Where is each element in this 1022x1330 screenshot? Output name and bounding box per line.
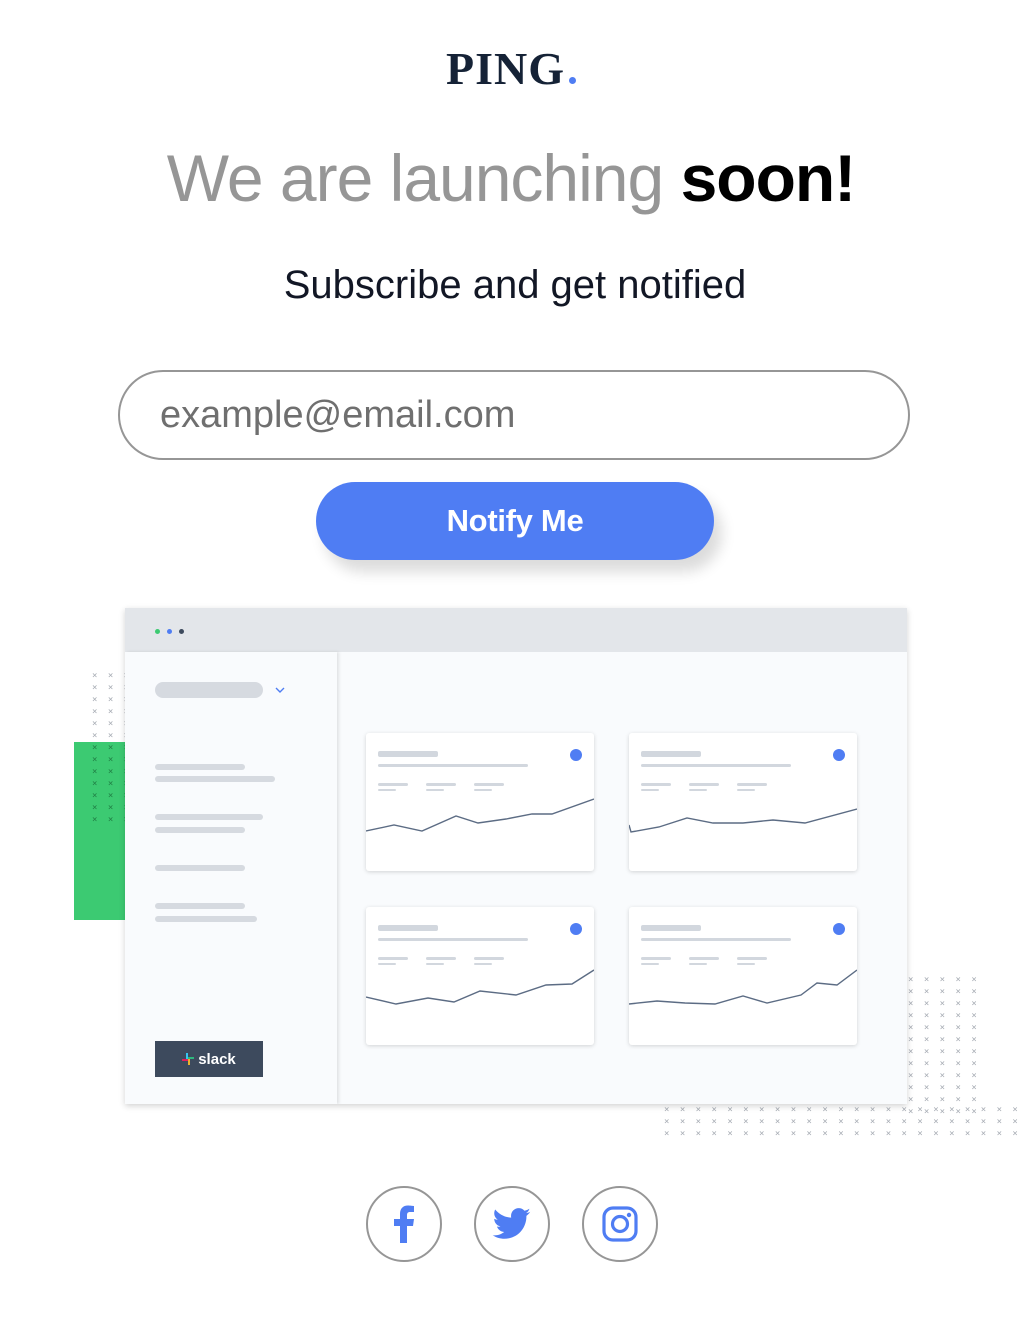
window-dot bbox=[179, 629, 184, 634]
window-dot bbox=[167, 629, 172, 634]
facebook-icon bbox=[394, 1205, 414, 1243]
sparkline bbox=[629, 969, 857, 1005]
sidebar-item bbox=[155, 814, 263, 820]
chart-card bbox=[629, 733, 857, 871]
sidebar-item bbox=[155, 776, 275, 782]
slack-icon bbox=[182, 1053, 195, 1065]
chevron-down-icon bbox=[275, 687, 285, 693]
sidebar-item bbox=[155, 903, 245, 909]
twitter-icon bbox=[492, 1208, 531, 1239]
brand-dot bbox=[569, 77, 576, 84]
sidebar-item bbox=[155, 764, 245, 770]
window-titlebar bbox=[125, 608, 907, 652]
mockup-sidebar: slack bbox=[125, 652, 337, 1104]
sidebar-item bbox=[155, 916, 257, 922]
brand-name: PING bbox=[446, 43, 565, 94]
instagram-link[interactable] bbox=[582, 1186, 658, 1262]
sidebar-dropdown bbox=[155, 682, 263, 698]
sparkline bbox=[366, 798, 594, 832]
cross-pattern: × × × × × × × × × × × × × × × × × × × × … bbox=[908, 975, 980, 1117]
subheadline: Subscribe and get notified bbox=[283, 263, 747, 307]
check-icon bbox=[833, 749, 845, 761]
sparkline bbox=[366, 969, 594, 1005]
app-window-mockup: slack bbox=[125, 608, 907, 1104]
sidebar-item bbox=[155, 827, 245, 833]
slack-label: slack bbox=[198, 1050, 236, 1068]
chart-card bbox=[366, 733, 594, 871]
twitter-link[interactable] bbox=[474, 1186, 550, 1262]
slack-badge: slack bbox=[155, 1041, 263, 1077]
instagram-icon bbox=[602, 1206, 638, 1242]
check-icon bbox=[570, 923, 582, 935]
window-dot bbox=[155, 629, 160, 634]
social-links bbox=[0, 1186, 1022, 1266]
page-title: We are launching soon! bbox=[0, 140, 1022, 216]
sparkline bbox=[629, 808, 857, 833]
check-icon bbox=[570, 749, 582, 761]
dashboard-illustration: × × × × × × × × × × × × × × × × × × × × … bbox=[70, 600, 1018, 1145]
cross-pattern: × × × × × × × × × × × × × × × × × × × × … bbox=[664, 1105, 1021, 1139]
chart-card bbox=[366, 907, 594, 1045]
check-icon bbox=[833, 923, 845, 935]
headline-bold: soon! bbox=[680, 141, 857, 215]
facebook-link[interactable] bbox=[366, 1186, 442, 1262]
notify-me-button[interactable]: Notify Me bbox=[316, 482, 714, 560]
chart-card bbox=[629, 907, 857, 1045]
sidebar-item bbox=[155, 865, 245, 871]
email-field[interactable] bbox=[118, 370, 910, 460]
logo: PING bbox=[0, 42, 1022, 95]
headline-light: We are launching bbox=[166, 141, 664, 215]
